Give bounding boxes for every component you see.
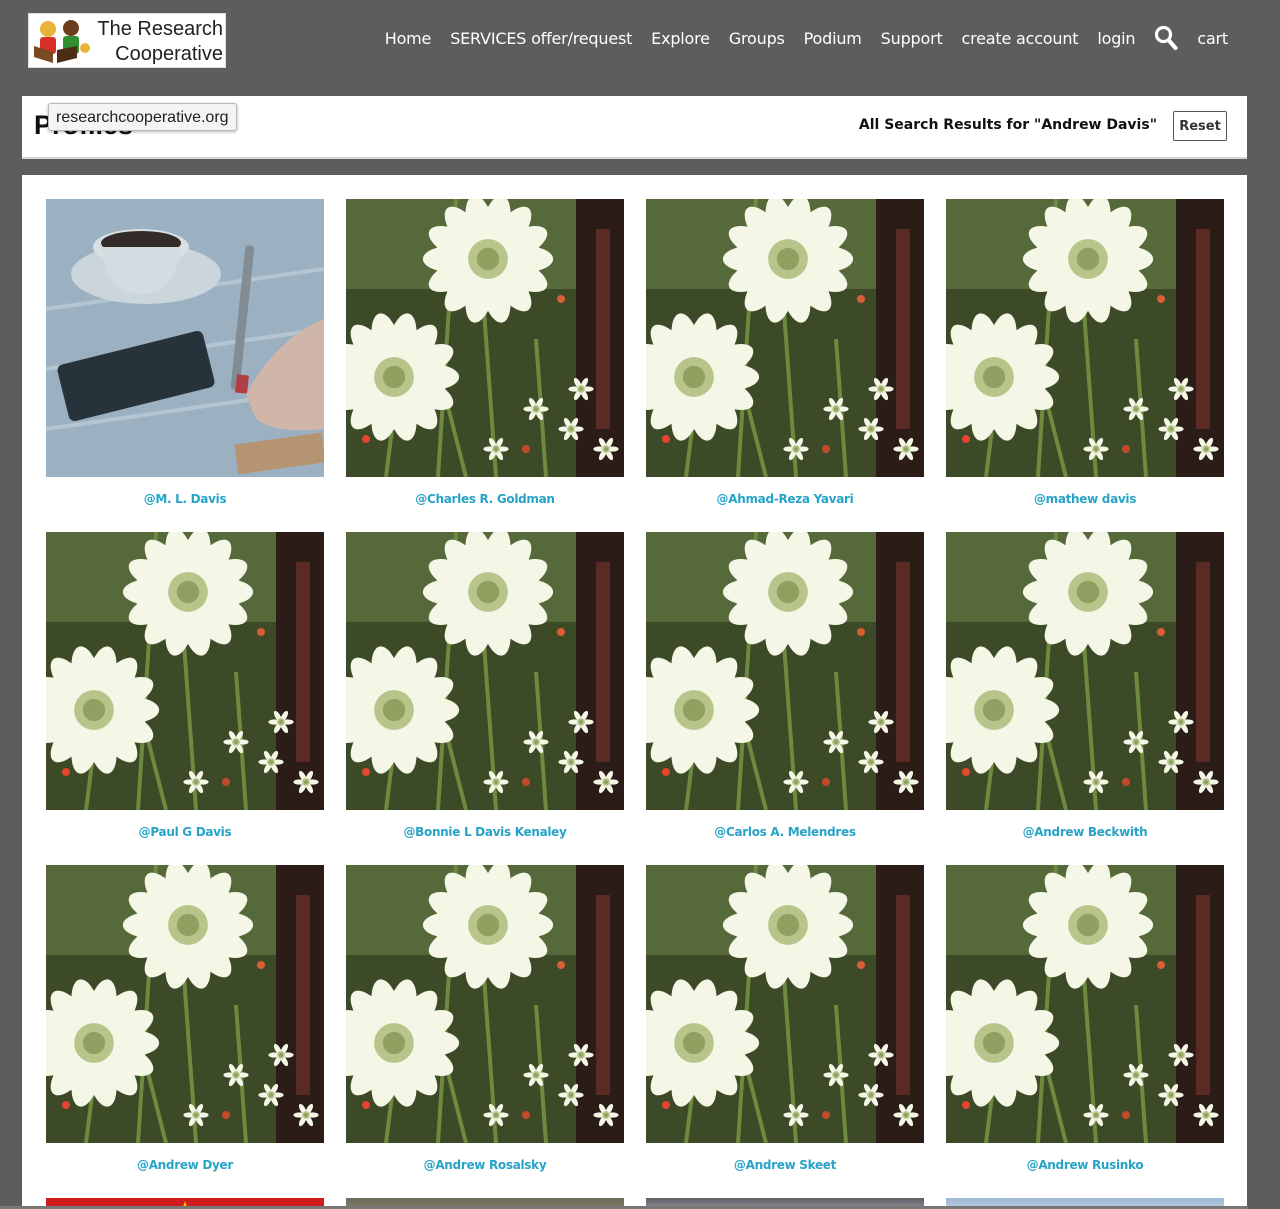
profile-handle[interactable]: @M. L. Davis	[46, 492, 324, 506]
profile-handle[interactable]: @Bonnie L Davis Kenaley	[346, 825, 624, 839]
profile-photo-coffee-writing[interactable]	[46, 199, 324, 477]
profile-handle[interactable]: @Andrew Beckwith	[946, 825, 1224, 839]
profile-photo-flowers[interactable]	[646, 199, 924, 477]
main-nav: Home SERVICES offer/request Explore Grou…	[385, 24, 1228, 52]
profile-card[interactable]: @Paul G Davis	[46, 532, 324, 839]
profile-handle[interactable]: @Carlos A. Melendres	[646, 825, 924, 839]
profile-card[interactable]: @Andrew Skeet	[646, 865, 924, 1172]
profile-card[interactable]: @Bonnie L Davis Kenaley	[346, 532, 624, 839]
profile-card[interactable]: @Andrew Rusinko	[946, 865, 1224, 1172]
profile-handle[interactable]: @Andrew Skeet	[646, 1158, 924, 1172]
reset-button[interactable]: Reset	[1173, 111, 1227, 141]
profile-handle[interactable]: @Paul G Davis	[46, 825, 324, 839]
profile-handle[interactable]: @Andrew Rusinko	[946, 1158, 1224, 1172]
profile-handle[interactable]: @Andrew Rosalsky	[346, 1158, 624, 1172]
profile-photo-flowers[interactable]	[346, 199, 624, 477]
profile-photo-flowers[interactable]	[646, 865, 924, 1143]
profile-handle[interactable]: @Ahmad-Reza Yavari	[646, 492, 924, 506]
profile-card[interactable]: @Ahmad-Reza Yavari	[646, 199, 924, 506]
nav-create-account[interactable]: create account	[962, 29, 1079, 48]
profile-handle[interactable]: @Andrew Dyer	[46, 1158, 324, 1172]
profile-card[interactable]: @Andrew Beckwith	[946, 532, 1224, 839]
profile-photo-flowers[interactable]	[946, 865, 1224, 1143]
nav-podium[interactable]: Podium	[804, 29, 862, 48]
profile-card[interactable]: @Charles R. Goldman	[346, 199, 624, 506]
search-icon[interactable]	[1154, 25, 1178, 51]
brand-name-line1: The Research	[97, 18, 223, 40]
url-tooltip: researchcooperative.org	[48, 103, 237, 131]
profile-card[interactable]: @Andrew Dyer	[46, 865, 324, 1172]
search-results-label: All Search Results for "Andrew Davis"	[858, 117, 1157, 133]
profile-photo-flowers[interactable]	[946, 532, 1224, 810]
profile-handle[interactable]: @mathew davis	[946, 492, 1224, 506]
profiles-grid: @M. L. Davis @Charles R. Goldman @Ahmad-…	[22, 175, 1247, 1209]
top-navigation-bar: The Research Cooperative Home SERVICES o…	[0, 0, 1280, 79]
profile-card[interactable]: @M. L. Davis	[46, 199, 324, 506]
nav-support[interactable]: Support	[881, 29, 943, 48]
nav-cart[interactable]: cart	[1197, 29, 1228, 48]
profile-card[interactable]: @Andrew Rosalsky	[346, 865, 624, 1172]
profile-photo-flowers[interactable]	[346, 865, 624, 1143]
profile-photo-flowers[interactable]	[346, 532, 624, 810]
brand-name-line2: Cooperative	[115, 43, 223, 65]
logo-readers-icon	[34, 20, 90, 63]
nav-explore[interactable]: Explore	[651, 29, 710, 48]
nav-home[interactable]: Home	[385, 29, 432, 48]
profile-photo-flowers[interactable]	[46, 865, 324, 1143]
profile-card[interactable]: @Carlos A. Melendres	[646, 532, 924, 839]
profile-photo-flowers[interactable]	[46, 532, 324, 810]
profile-card[interactable]: @mathew davis	[946, 199, 1224, 506]
nav-groups[interactable]: Groups	[729, 29, 785, 48]
site-logo[interactable]: The Research Cooperative	[28, 13, 226, 68]
nav-login[interactable]: login	[1097, 29, 1135, 48]
profile-handle[interactable]: @Charles R. Goldman	[346, 492, 624, 506]
nav-services[interactable]: SERVICES offer/request	[450, 29, 632, 48]
profile-photo-flowers[interactable]	[946, 199, 1224, 477]
profile-photo-flowers[interactable]	[646, 532, 924, 810]
